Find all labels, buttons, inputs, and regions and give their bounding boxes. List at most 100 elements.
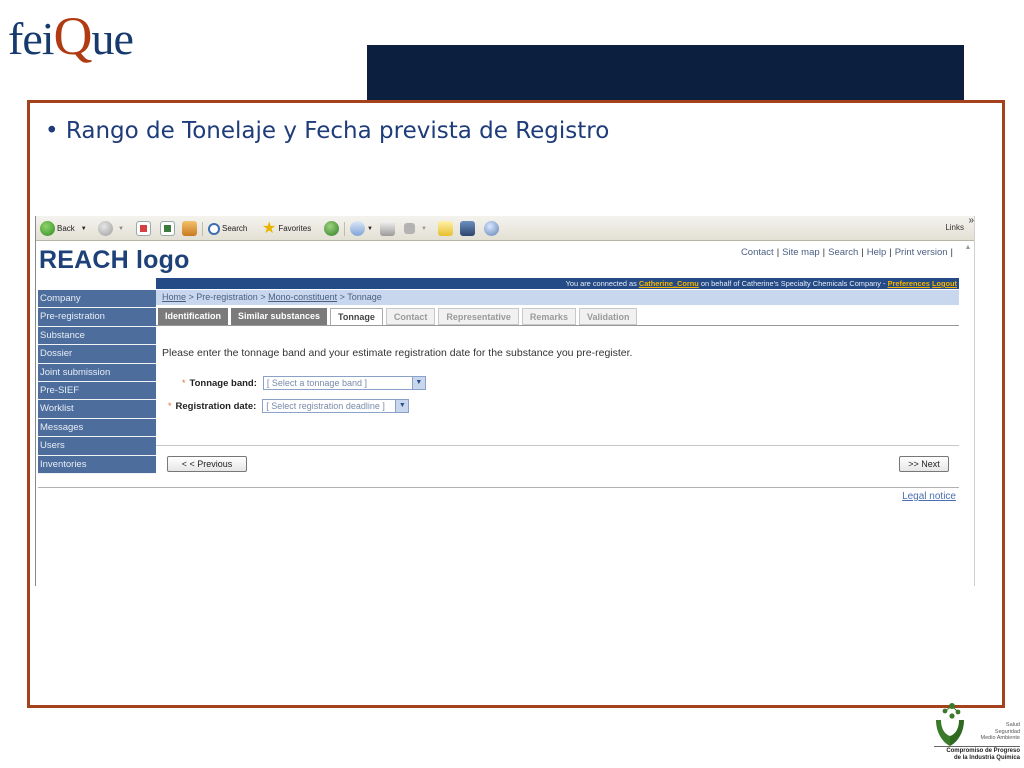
sidebar-nav: Company Pre-registration Substance Dossi… bbox=[38, 290, 156, 474]
site-map-link[interactable]: Site map bbox=[782, 247, 820, 258]
tab-tonnage[interactable]: Tonnage bbox=[330, 308, 383, 325]
user-link[interactable]: Catherine_Cornu bbox=[639, 279, 699, 288]
logout-link[interactable]: Logout bbox=[932, 279, 957, 288]
tab-bar: Identification Similar substances Tonnag… bbox=[158, 308, 638, 325]
browser-screenshot: Back ▼ ▼ Search ★ Favorites ▼ ▼ Links » … bbox=[35, 216, 975, 586]
print-button[interactable] bbox=[380, 220, 395, 237]
tonnage-select-value: [ Select a tonnage band ] bbox=[266, 378, 367, 388]
research-button[interactable] bbox=[460, 220, 475, 237]
toolbar-chevron-icon[interactable]: » bbox=[968, 216, 974, 226]
sidebar-item-messages[interactable]: Messages bbox=[38, 418, 156, 438]
footer-commitment: Compromiso de Progreso de la Industria Q… bbox=[946, 748, 1020, 761]
breadcrumb-mono-constituent[interactable]: Mono-constituent bbox=[268, 292, 337, 302]
form-divider bbox=[156, 445, 959, 446]
sidebar-item-substance[interactable]: Substance bbox=[38, 326, 156, 346]
folder-icon bbox=[438, 221, 453, 236]
tonnage-select[interactable]: [ Select a tonnage band ] ▼ bbox=[262, 376, 426, 390]
tab-similar-substances[interactable]: Similar substances bbox=[231, 308, 328, 325]
stop-icon bbox=[136, 221, 151, 236]
favorites-label: Favorites bbox=[278, 224, 312, 233]
back-arrow-icon bbox=[40, 221, 55, 236]
sidebar-item-pre-sief[interactable]: Pre-SIEF bbox=[38, 381, 156, 401]
discuss-button[interactable] bbox=[438, 220, 453, 237]
preferences-link[interactable]: Preferences bbox=[888, 279, 930, 288]
mail-button[interactable]: ▼ bbox=[350, 220, 373, 237]
title-bar bbox=[367, 45, 964, 103]
tab-contact[interactable]: Contact bbox=[385, 308, 436, 325]
sidebar-item-pre-registration[interactable]: Pre-registration bbox=[38, 308, 156, 327]
search-icon bbox=[208, 222, 220, 235]
dropdown-arrow-icon: ▼ bbox=[367, 225, 373, 232]
registration-date-select[interactable]: [ Select registration deadline ] ▼ bbox=[262, 399, 410, 413]
star-icon: ★ bbox=[262, 220, 277, 237]
registration-date-row: * Registration date: [ Select registrati… bbox=[168, 399, 410, 413]
sidebar-item-users[interactable]: Users bbox=[38, 437, 156, 456]
forward-button[interactable]: ▼ bbox=[98, 220, 124, 237]
browser-toolbar: Back ▼ ▼ Search ★ Favorites ▼ ▼ Links » bbox=[36, 216, 974, 241]
registration-date-label: Registration date: bbox=[175, 400, 257, 412]
required-marker: * bbox=[182, 378, 186, 388]
footer-divider bbox=[38, 487, 959, 488]
back-button[interactable]: Back ▼ bbox=[40, 220, 87, 237]
dropdown-arrow-icon: ▼ bbox=[80, 225, 87, 232]
links-label[interactable]: Links bbox=[945, 223, 964, 232]
messenger-button[interactable] bbox=[484, 220, 499, 237]
connection-prefix: You are connected as bbox=[565, 279, 639, 288]
next-button[interactable]: >> Next bbox=[899, 456, 949, 472]
sidebar-item-inventories[interactable]: Inventories bbox=[38, 455, 156, 474]
sidebar-item-joint-submission[interactable]: Joint submission bbox=[38, 363, 156, 382]
search-link[interactable]: Search bbox=[828, 247, 858, 258]
favorites-button[interactable]: ★ Favorites bbox=[262, 220, 311, 237]
tab-validation[interactable]: Validation bbox=[578, 308, 638, 325]
research-icon bbox=[460, 221, 475, 236]
required-marker: * bbox=[168, 401, 172, 411]
previous-button[interactable]: < < Previous bbox=[167, 456, 247, 472]
registration-date-value: [ Select registration deadline ] bbox=[266, 401, 385, 411]
print-version-link[interactable]: Print version bbox=[895, 247, 948, 258]
sidebar-item-company[interactable]: Company bbox=[38, 290, 156, 309]
responsible-care-logo: Salud Seguridad Medio Ambiente Compromis… bbox=[932, 702, 1024, 768]
back-label: Back bbox=[57, 224, 75, 233]
tonnage-row: * Tonnage band: [ Select a tonnage band … bbox=[182, 376, 426, 390]
tab-identification[interactable]: Identification bbox=[158, 308, 228, 325]
footer-taglines: Salud Seguridad Medio Ambiente bbox=[980, 722, 1020, 741]
breadcrumb: Home > Pre-registration > Mono-constitue… bbox=[156, 290, 959, 305]
tonnage-label: Tonnage band: bbox=[189, 377, 257, 389]
connection-middle: on behalf of Catherine's Specialty Chemi… bbox=[698, 279, 888, 288]
tab-remarks[interactable]: Remarks bbox=[521, 308, 576, 325]
bullet-text: Rango de Tonelaje y Fecha prevista de Re… bbox=[65, 118, 610, 144]
contact-link[interactable]: Contact bbox=[741, 247, 774, 258]
chevron-down-icon[interactable]: ▼ bbox=[411, 377, 425, 389]
scrollbar-up-icon[interactable]: ▲ bbox=[963, 244, 973, 254]
sidebar-item-worklist[interactable]: Worklist bbox=[38, 400, 156, 419]
legal-notice-link[interactable]: Legal notice bbox=[902, 491, 956, 502]
mail-icon bbox=[350, 221, 365, 236]
refresh-icon bbox=[160, 221, 175, 236]
help-link[interactable]: Help bbox=[867, 247, 887, 258]
sidebar-item-dossier[interactable]: Dossier bbox=[38, 345, 156, 364]
breadcrumb-current: Tonnage bbox=[347, 292, 382, 302]
home-icon bbox=[182, 221, 197, 236]
search-label: Search bbox=[222, 224, 248, 233]
stop-button[interactable] bbox=[136, 220, 151, 237]
history-button[interactable] bbox=[324, 220, 339, 237]
bullet-item: • Rango de Tonelaje y Fecha prevista de … bbox=[45, 118, 609, 144]
dropdown-arrow-icon: ▼ bbox=[421, 225, 427, 232]
edit-button[interactable]: ▼ bbox=[404, 220, 427, 237]
messenger-icon bbox=[484, 221, 499, 236]
home-button[interactable] bbox=[182, 220, 197, 237]
dropdown-arrow-icon: ▼ bbox=[118, 225, 124, 232]
print-icon bbox=[380, 221, 395, 236]
forward-arrow-icon bbox=[98, 221, 113, 236]
tab-representative[interactable]: Representative bbox=[438, 308, 519, 325]
tabs-divider bbox=[156, 325, 959, 326]
chevron-down-icon[interactable]: ▼ bbox=[395, 400, 409, 412]
search-button[interactable]: Search bbox=[208, 220, 247, 237]
edit-icon bbox=[404, 223, 415, 234]
hands-molecule-icon bbox=[936, 703, 964, 746]
refresh-button[interactable] bbox=[160, 220, 175, 237]
breadcrumb-home[interactable]: Home bbox=[162, 292, 186, 302]
history-icon bbox=[324, 221, 339, 236]
breadcrumb-pre-registration: Pre-registration bbox=[196, 292, 258, 302]
slide-title: Prerregistro on-line (4) bbox=[622, 10, 901, 45]
